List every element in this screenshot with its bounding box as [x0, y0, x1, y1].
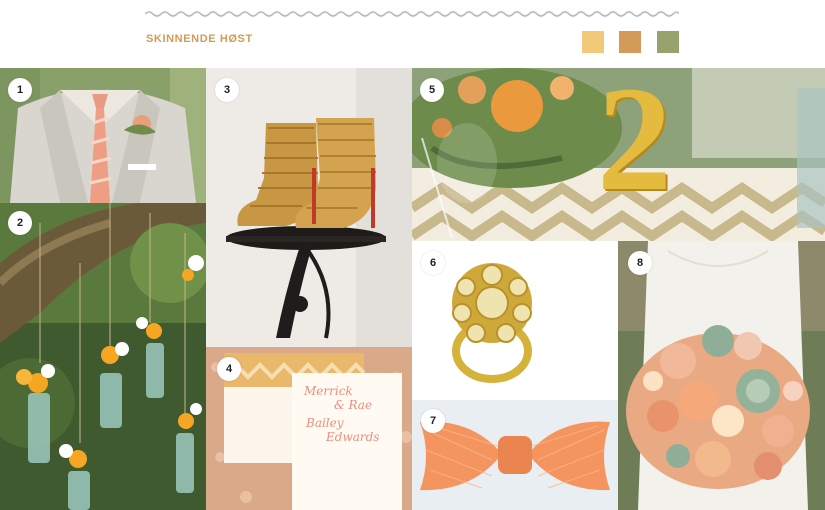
tile-number-badge: 6: [421, 251, 445, 275]
photo-gold-ankle-boots: 3: [206, 68, 412, 347]
table-number-sign: 2: [597, 68, 672, 222]
tile-number-badge: 7: [421, 409, 445, 433]
photo-table-number-centerpiece: 5 2: [412, 68, 825, 241]
tile-number-badge: 2: [8, 211, 32, 235]
tile-number-badge: 3: [215, 78, 239, 102]
photo-invitation-cards: Merrick & Rae Bailey Edwards 4: [206, 347, 412, 510]
tile-number-badge: 1: [8, 78, 32, 102]
invitation-text-line: Edwards: [326, 430, 380, 444]
photo-hanging-bottle-flowers: 2: [0, 203, 206, 510]
palette-swatch-yellow: [582, 31, 604, 53]
invitation-text-line: Merrick: [304, 384, 353, 398]
wavy-divider: [145, 11, 679, 17]
board-title: SKINNENDE HØST: [146, 33, 253, 45]
photo-coral-bow-tie: 7: [412, 400, 618, 510]
tile-number-badge: 5: [420, 78, 444, 102]
photo-bridal-bouquet: 8: [618, 241, 825, 510]
tile-number-badge: 4: [217, 357, 241, 381]
moodboard-page: SKINNENDE HØST 1 2 3 Merrick & Rae Baile…: [0, 0, 825, 510]
photo-suit-boutonniere: 1: [0, 68, 206, 203]
photo-gold-ring: 6: [412, 241, 618, 400]
invitation-text-line: & Rae: [334, 398, 373, 412]
palette-swatch-sage: [657, 31, 679, 53]
palette-swatch-ochre: [619, 31, 641, 53]
invitation-text-line: Bailey: [306, 416, 344, 430]
tile-number-badge: 8: [628, 251, 652, 275]
